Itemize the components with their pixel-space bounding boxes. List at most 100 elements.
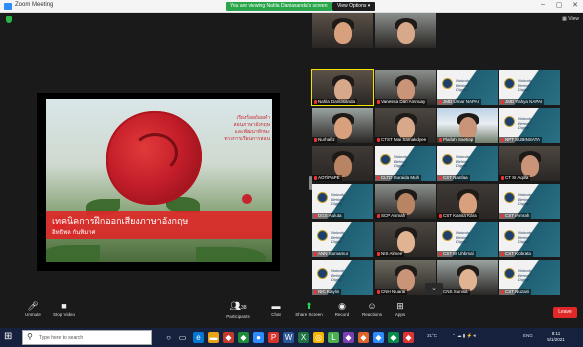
muted-mic-icon [501,214,504,218]
participant-tile[interactable]: Nobody Behind Digital CST Nuzairi [499,260,560,295]
apps-button[interactable]: ⊞ Apps [380,301,420,318]
school-logo-icon [504,116,515,127]
muted-mic-icon [377,252,380,256]
meeting-toolbar: 🎤︎ Unmute ■ Stop Video 👥︎38 Participants… [0,298,583,328]
cortana-icon[interactable]: ○ [163,332,174,343]
app-icon[interactable]: ◆ [388,332,399,343]
participant-tile[interactable]: Nobody Behind Digital NIC Kaylin [312,260,373,295]
participant-name: CNH Nuarai [375,289,408,295]
participant-tile[interactable]: NIS Almee [375,222,436,257]
edge-browser-icon[interactable]: e [193,332,204,343]
school-logo-icon [504,230,515,241]
minimize-button[interactable]: – [536,1,550,8]
participant-tile[interactable] [375,13,436,48]
participant-tile[interactable]: SCP Asmah [375,184,436,219]
view-options-button[interactable]: View Options ▾ [332,2,376,11]
participants-label: Participants [226,314,250,319]
participant-name: SCP Asmah [375,213,408,219]
taskbar-clock[interactable]: 8:11 5/1/2021 [545,331,567,343]
taskbar-search[interactable]: ⚲ Type here to search [22,330,152,345]
participant-tile[interactable]: Nobody Behind Digital ANN Sumamur [312,222,373,257]
tile-logo-text: Nobody Behind Digital [518,116,532,131]
participant-tile[interactable]: Nobody Behind Digital CST Kobrata [499,222,560,257]
windows-start-icon[interactable]: ⊞ [4,332,14,342]
participant-tile[interactable]: CT SI Aqilla [499,146,560,181]
participant-tile[interactable]: Nobody Behind Digital NPT SUBINSATA [499,108,560,143]
participant-name: NIC Kaylin [312,289,342,295]
school-logo-icon [504,78,515,89]
participant-tile[interactable]: Plaifah Saetiap [437,108,498,143]
maximize-button[interactable]: ▢ [552,1,566,9]
participant-face [397,231,415,253]
zoom-window: Zoom Meeting You are viewing Nahla Dania… [0,0,583,347]
tile-logo-text: Nobody Behind Digital [331,230,345,245]
word-icon[interactable]: W [283,332,294,343]
close-button[interactable]: ✕ [568,1,582,9]
participant-tile[interactable] [312,13,373,48]
participant-face [521,155,539,177]
participant-tile[interactable]: Nobody Behind Digital DGS Auluta [312,184,373,219]
school-logo-icon [317,230,328,241]
apps-icon: ⊞ [396,301,404,311]
participant-tile[interactable]: CNS Sunisa [437,260,498,295]
slide-caption-line: ทางการเรียนการสอน [224,136,270,142]
muted-mic-icon [439,252,442,256]
app-icon[interactable]: ◆ [358,332,369,343]
participant-name-text: CST Kanita Kara [443,213,477,218]
app-icon[interactable]: ◆ [403,332,414,343]
participant-name: NIS Almee [375,251,405,257]
chrome-icon[interactable]: ◎ [313,332,324,343]
tile-logo-text: Nobody Behind Digital [456,230,470,245]
muted-mic-icon [314,100,317,104]
participant-name-text: JMD Umar NAPAI [443,99,479,104]
participant-name: CST Kanita Kara [437,213,479,219]
participant-name-text: CNH Nuarai [381,289,406,294]
tile-logo-line: Digital [331,239,343,244]
task-view-icon[interactable]: ▭ [177,332,188,343]
participant-name: JMD Yahya NAPAI [499,99,545,105]
file-explorer-icon[interactable]: ▬ [208,332,219,343]
participant-tile[interactable]: Nobody Behind Digital CST iAmrah [499,184,560,219]
participant-tile[interactable]: Nobody Behind Digital JMD Umar NAPAI [437,70,498,105]
gallery-next-page-button[interactable]: ⌄ [425,283,443,295]
zoom-taskbar-icon[interactable]: ● [253,332,264,343]
participant-name-text: AOTiPaPE [318,175,340,180]
participant-tile[interactable]: CTST Mai Samakdyee [375,108,436,143]
participant-face [397,79,415,101]
participant-tile[interactable]: Nurhafiz [312,108,373,143]
weather-readout[interactable]: 31°C [427,333,437,338]
view-button[interactable]: ▦ View [562,16,579,22]
muted-mic-icon [439,176,442,180]
line-app-icon[interactable]: L [328,332,339,343]
participant-tile[interactable]: Nobody Behind Digital CST Nanfaa [437,146,498,181]
app-icon[interactable]: ◆ [373,332,384,343]
leave-button[interactable]: Leave [553,307,577,318]
powerpoint-icon[interactable]: P [268,332,279,343]
tile-logo-text: Nobody Behind Digital [331,268,345,283]
school-logo-icon [380,154,391,165]
participant-tile[interactable]: Nobody Behind Digital JMD Yahya NAPAI [499,70,560,105]
tile-logo-text: Nobody Behind Digital [518,230,532,245]
app-icon[interactable]: ◆ [343,332,354,343]
excel-icon[interactable]: X [298,332,309,343]
tile-logo-line: Digital [456,163,468,168]
participant-tile[interactable]: Nobody Behind Digital CST M Uhbmal [437,222,498,257]
participant-tile[interactable]: Nobody Behind Digital CLTD Suraida Muh [375,146,436,181]
tray-icons[interactable]: ⌃ ☁ ▮ ⚡ 🔊︎ [452,333,476,339]
participant-tile[interactable]: Nahla Daniasanda [311,69,374,106]
participant-tile[interactable]: AOTiPaPE [312,146,373,181]
app-icon[interactable]: ◆ [223,332,234,343]
school-logo-icon [317,268,328,279]
participants-button[interactable]: 👥︎38 Participants [218,301,258,320]
security-shield-icon[interactable] [6,16,12,23]
participant-name: AOTiPaPE [312,175,342,181]
stop-video-button[interactable]: ■ Stop Video [44,301,84,318]
participant-name-text: CST iAmrah [505,213,530,218]
participant-tile[interactable]: CST Kanita Kara [437,184,498,219]
tile-logo-line: Digital [331,277,343,282]
participant-face [334,79,352,101]
app-icon[interactable]: ◆ [238,332,249,343]
participant-tile[interactable]: Vanessa Dan Amnuay [375,70,436,105]
muted-mic-icon [501,252,504,256]
input-language[interactable]: ENG [523,333,533,338]
